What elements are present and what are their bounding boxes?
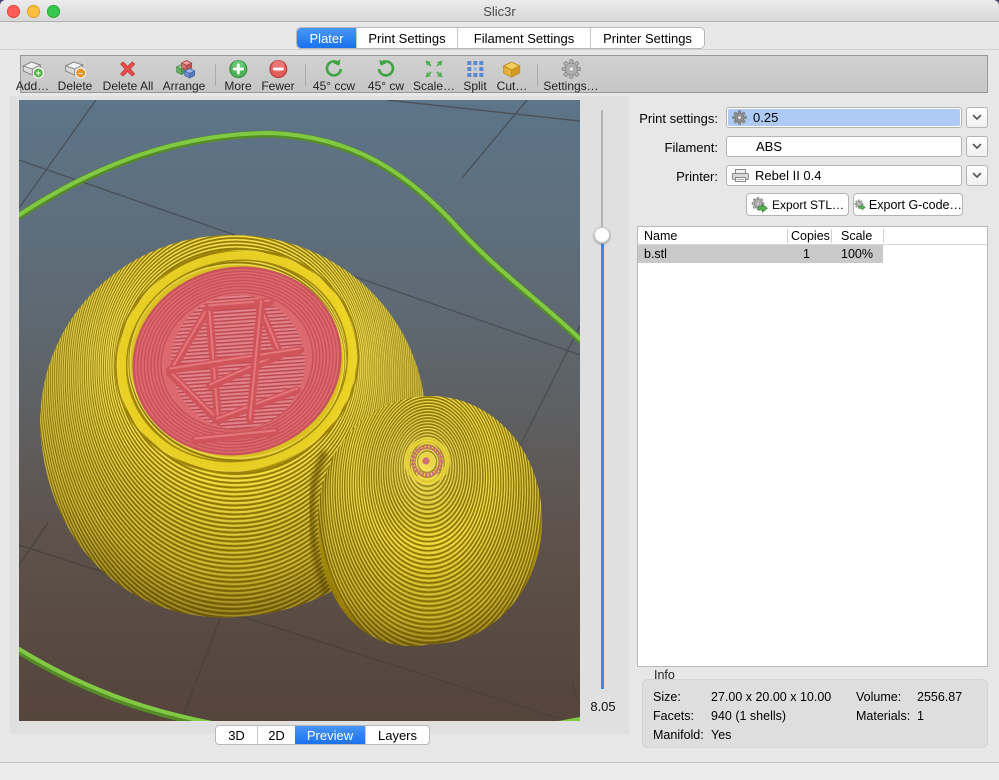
svg-text:–: – (78, 68, 83, 78)
svg-text:+: + (36, 68, 41, 78)
